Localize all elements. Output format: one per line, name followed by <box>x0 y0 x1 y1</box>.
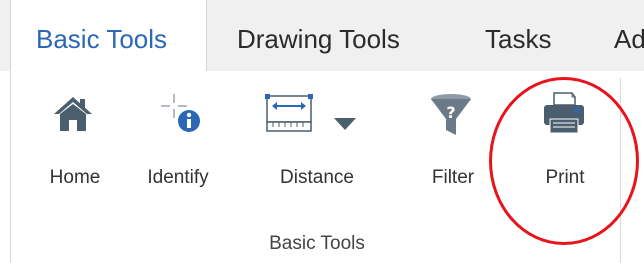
tab-basic-tools[interactable]: Basic Tools <box>10 0 207 71</box>
chevron-down-icon[interactable] <box>333 117 357 131</box>
tab-tasks[interactable]: Tasks <box>485 0 551 71</box>
ribbon-tab-bar: Basic Tools Drawing Tools Tasks Ad <box>0 0 644 71</box>
home-icon <box>54 97 92 131</box>
tab-ad-truncated[interactable]: Ad <box>614 0 644 71</box>
filter-label: Filter <box>431 167 475 188</box>
tab-drawing-tools[interactable]: Drawing Tools <box>237 0 400 71</box>
filter-funnel-icon: ? <box>431 94 471 135</box>
measure-distance-icon <box>265 94 313 132</box>
home-label: Home <box>49 167 101 188</box>
identify-icon <box>161 94 200 132</box>
distance-label: Distance <box>280 167 354 188</box>
ribbon-group-label: Basic Tools <box>269 233 365 254</box>
print-highlight-circle <box>489 77 639 245</box>
identify-label: Identify <box>147 167 209 188</box>
svg-text:?: ? <box>446 103 455 122</box>
